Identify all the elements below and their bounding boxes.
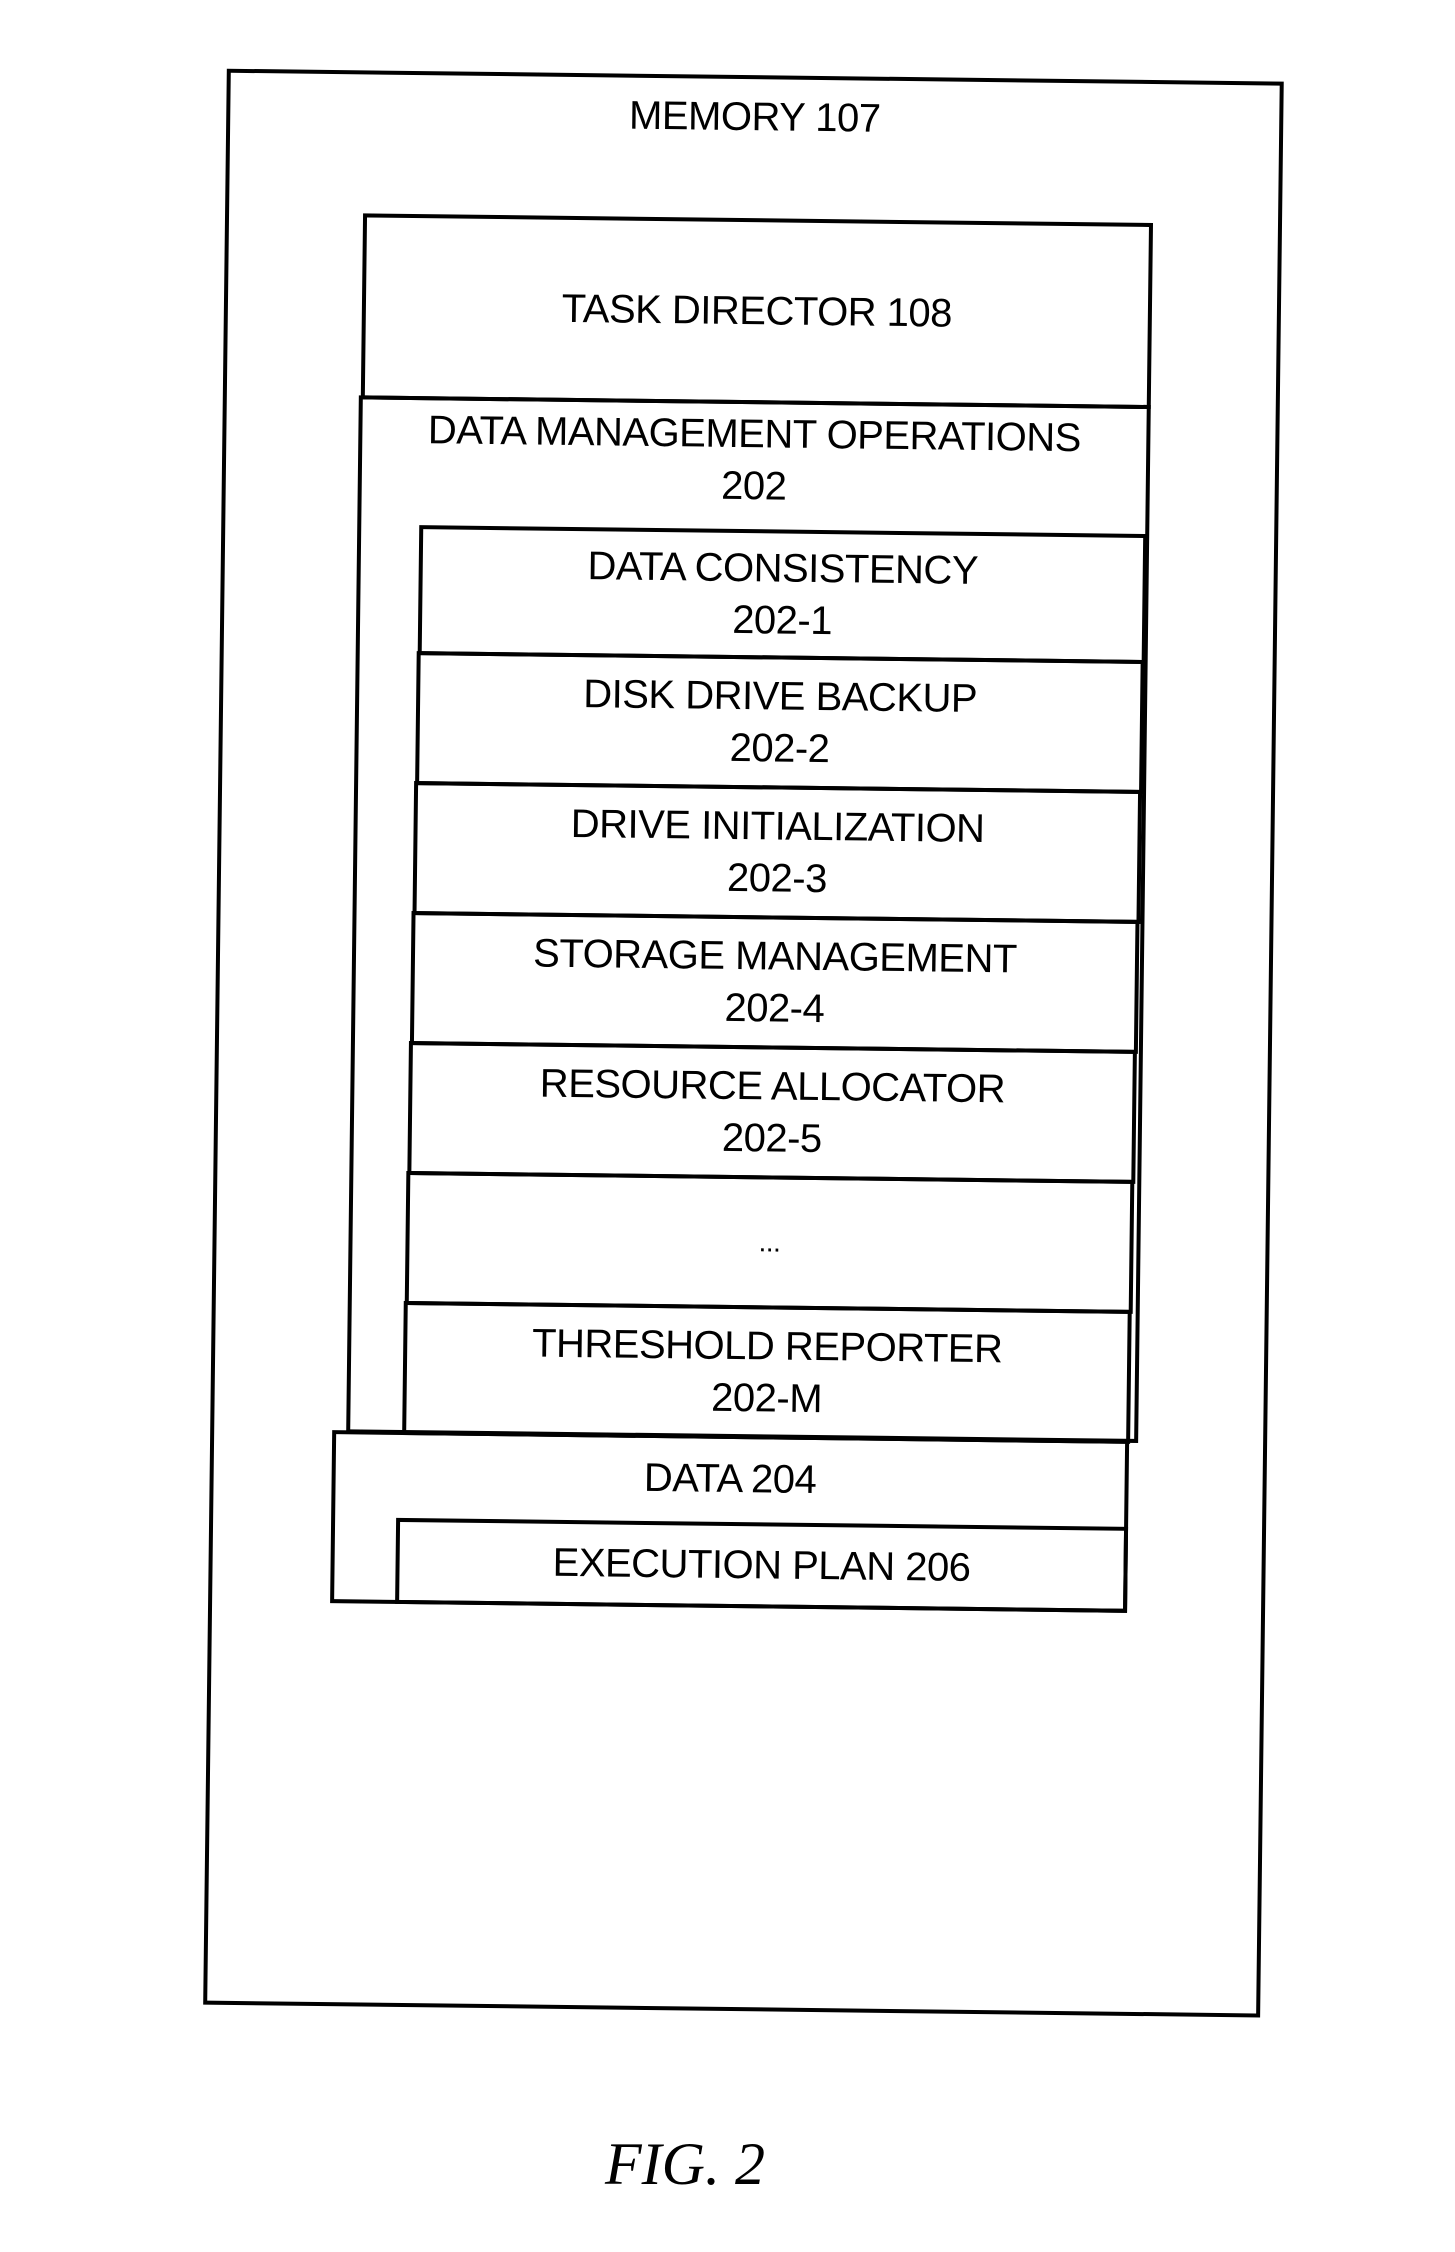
operation-name: RESOURCE ALLOCATOR: [539, 1061, 1006, 1112]
figure: MEMORY 107 TASK DIRECTOR 108 DATA MANAGE…: [0, 0, 1455, 2252]
operation-row: DATA CONSISTENCY 202-1: [417, 525, 1148, 664]
task-director-label: TASK DIRECTOR 108: [561, 286, 953, 336]
operation-row-ellipsis: ...: [404, 1170, 1135, 1314]
operation-ref: 202-4: [724, 985, 825, 1032]
dmo-title: DATA MANAGEMENT OPERATIONS: [427, 408, 1082, 461]
execution-plan-label: EXECUTION PLAN 206: [552, 1540, 971, 1590]
operation-row: RESOURCE ALLOCATOR 202-5: [407, 1041, 1137, 1184]
operation-name: THRESHOLD REPORTER: [531, 1321, 1003, 1372]
operation-ref: 202-5: [721, 1115, 822, 1162]
memory-label: MEMORY 107: [628, 93, 881, 141]
operation-row: DRIVE INITIALIZATION 202-3: [412, 781, 1143, 924]
operation-ref: 202-1: [731, 597, 833, 644]
operation-row: STORAGE MANAGEMENT 202-4: [409, 911, 1140, 1054]
operation-name: DATA CONSISTENCY: [587, 544, 979, 593]
operation-row: DISK DRIVE BACKUP 202-2: [415, 651, 1145, 794]
operation-ref: 202-M: [710, 1375, 823, 1422]
execution-plan-box: EXECUTION PLAN 206: [395, 1517, 1129, 1613]
operation-name: DISK DRIVE BACKUP: [583, 672, 978, 721]
operation-ref: 202-3: [726, 855, 828, 902]
operation-name: STORAGE MANAGEMENT: [532, 931, 1018, 982]
operation-name: DRIVE INITIALIZATION: [570, 801, 985, 852]
operation-ref: 202-2: [729, 725, 830, 772]
task-director-box: TASK DIRECTOR 108: [360, 213, 1154, 410]
ellipsis: ...: [758, 1226, 781, 1258]
figure-caption: FIG. 2: [605, 2131, 765, 2197]
dmo-ref: 202: [720, 463, 787, 509]
data-label: DATA 204: [643, 1455, 817, 1503]
operation-row: THRESHOLD REPORTER 202-M: [402, 1300, 1132, 1444]
